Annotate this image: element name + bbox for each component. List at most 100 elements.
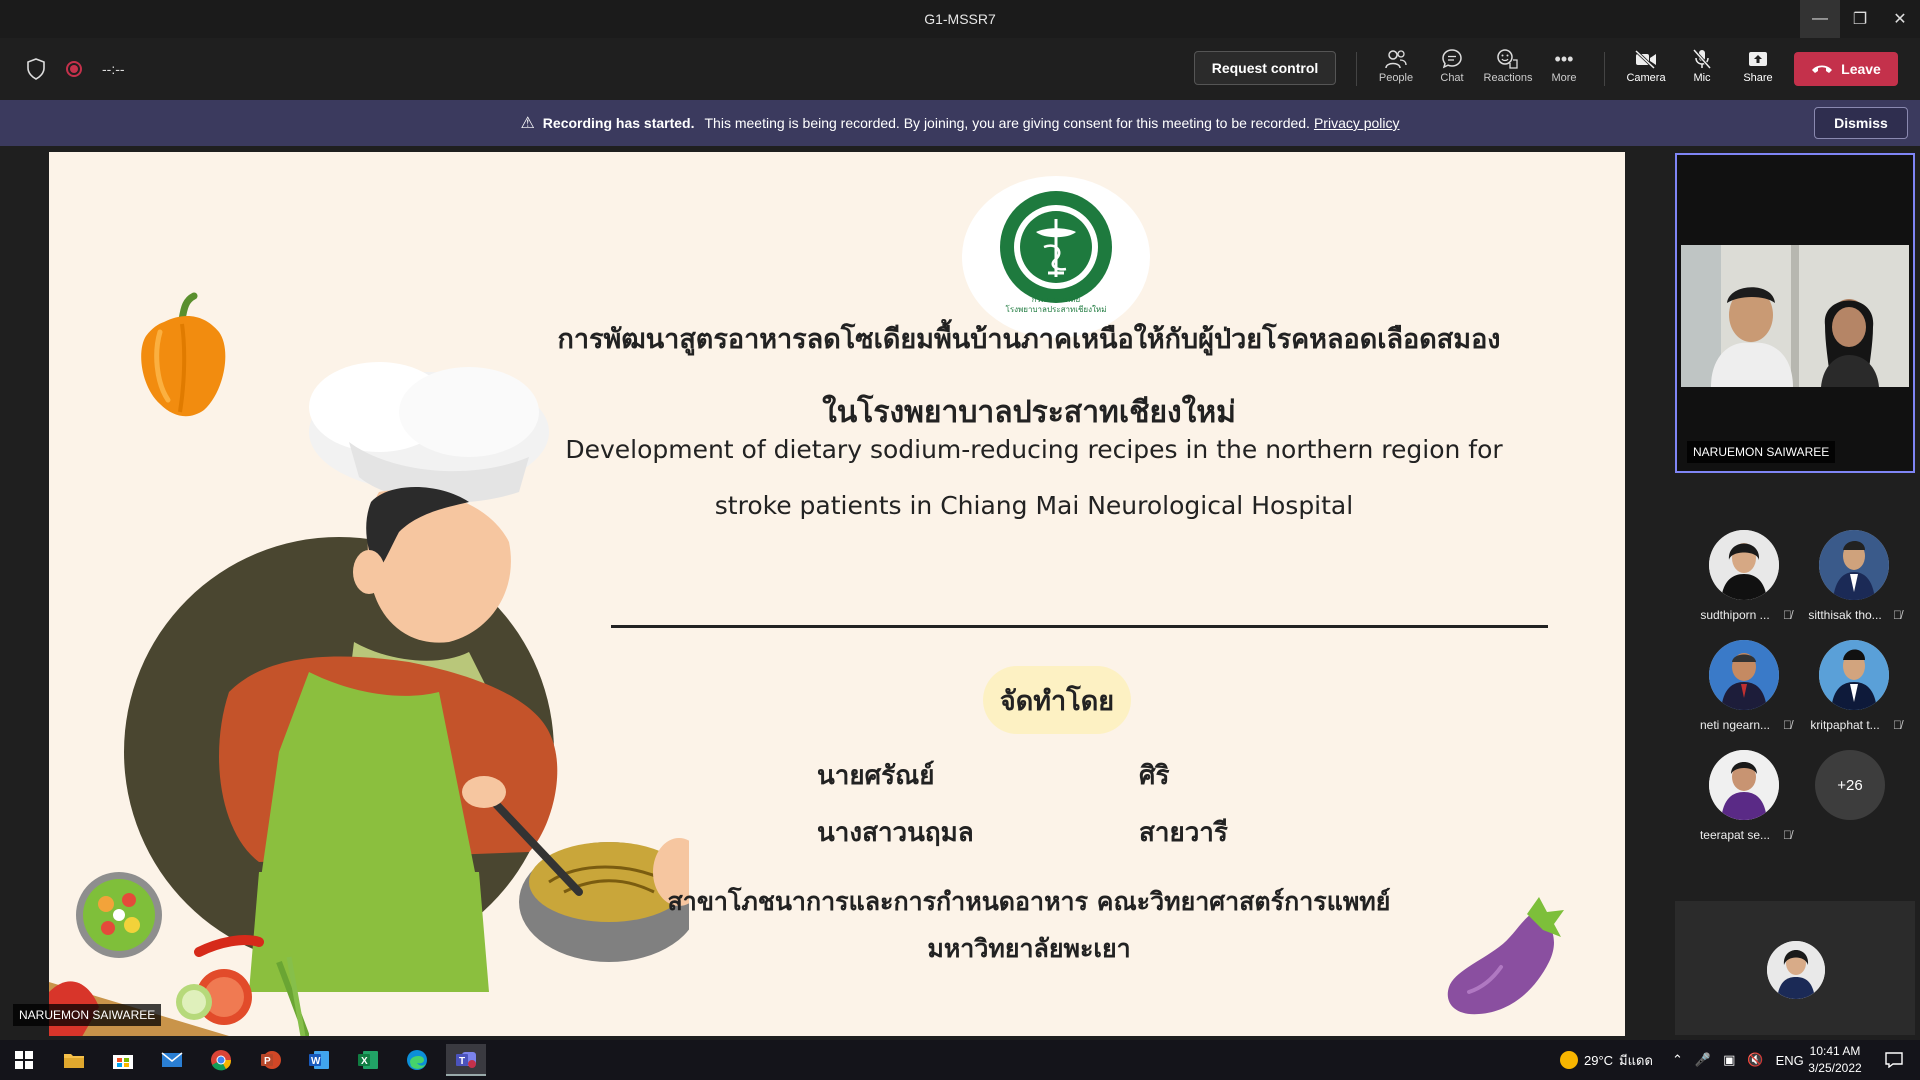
taskbar-clock[interactable]: 10:41 AM 3/25/2022	[1800, 1043, 1870, 1077]
reactions-icon	[1496, 46, 1520, 72]
camera-label: Camera	[1626, 72, 1666, 84]
english-title-line-1: Development of dietary sodium-reducing r…	[565, 435, 1503, 464]
close-window-button[interactable]: ✕	[1880, 0, 1920, 38]
author-2-first-name: นางสาวนฤมล	[817, 818, 974, 848]
window-title: G1-MSSR7	[924, 11, 996, 27]
mic-off-icon: 🎙̸	[1783, 718, 1792, 732]
privacy-policy-link[interactable]: Privacy policy	[1314, 115, 1400, 131]
reactions-button[interactable]: Reactions	[1481, 46, 1535, 94]
window-controls: — ❐ ✕	[1800, 0, 1920, 38]
more-dots-icon: •••	[1554, 48, 1574, 69]
author-1-first-name: นายศรัณย์	[817, 761, 935, 791]
author-1-last-name: ศิริ	[1139, 761, 1170, 791]
more-button[interactable]: ••• More	[1537, 46, 1591, 94]
title-divider	[611, 625, 1548, 628]
participant-tile[interactable]: sudthiporn ... 🎙̸	[1687, 530, 1797, 630]
svg-text:X: X	[361, 1056, 368, 1067]
volume-muted-icon[interactable]: 🔇	[1747, 1052, 1763, 1068]
share-label: Share	[1743, 72, 1773, 84]
logo-caption-line-1: กรมการแพทย์	[1031, 295, 1081, 304]
avatar	[1709, 640, 1779, 710]
logo-caption-line-2: โรงพยาบาลประสาทเชียงใหม่	[1005, 305, 1107, 314]
more-label: More	[1551, 72, 1577, 84]
shared-slide: กรมการแพทย์ โรงพยาบาลประสาทเชียงใหม่ การ…	[49, 152, 1625, 1036]
mic-off-icon: 🎙̸	[1783, 828, 1792, 842]
avatar	[1819, 530, 1889, 600]
participant-name: teerapat se...	[1699, 828, 1771, 842]
presenter-name-label: NARUEMON SAIWAREE	[13, 1004, 162, 1026]
participant-tile[interactable]: kritpaphat t... 🎙̸	[1797, 640, 1907, 740]
banner-bold-text: Recording has started.	[542, 115, 695, 131]
mic-off-icon: 🎙̸	[1783, 608, 1792, 622]
camera-button[interactable]: Camera	[1619, 46, 1673, 94]
reactions-label: Reactions	[1483, 72, 1533, 84]
prepared-by-label: จัดทำโดย	[983, 666, 1131, 734]
request-control-button[interactable]: Request control	[1194, 51, 1336, 85]
eggplant-illustration	[1447, 897, 1564, 1015]
chat-icon	[1441, 46, 1463, 72]
mic-off-icon	[1692, 46, 1712, 72]
mic-off-icon: 🎙̸	[1893, 718, 1902, 732]
mic-off-icon: 🎙̸	[1893, 608, 1902, 622]
spotlight-video-tile[interactable]: NARUEMON SAIWAREE	[1675, 153, 1915, 473]
participant-name: neti ngearn...	[1699, 718, 1771, 732]
leave-button[interactable]: Leave	[1794, 52, 1898, 86]
microphone-icon[interactable]: 🎤	[1695, 1052, 1711, 1068]
windows-taskbar: P W X T 29°C มีแดด ⌃ 🎤 ▣ 🔇 ENG 10:41 AM …	[0, 1040, 1920, 1080]
more-participants-button[interactable]: +26	[1815, 750, 1885, 820]
notifications-icon[interactable]	[1874, 1044, 1914, 1076]
windows-start-icon[interactable]	[4, 1044, 44, 1076]
department-line-2: มหาวิทยาลัยพะเยา	[927, 934, 1131, 963]
chat-button[interactable]: Chat	[1425, 46, 1479, 94]
weather-widget[interactable]: 29°C มีแดด	[1560, 1040, 1653, 1080]
word-icon[interactable]: W	[299, 1044, 339, 1076]
meeting-toolbar: --:-- Request control People Chat Reacti…	[0, 38, 1920, 100]
thai-title-line-1: การพัฒนาสูตรอาหารลดโซเดียมพื้นบ้านภาคเหน…	[557, 324, 1501, 355]
participant-tile[interactable]: sitthisak tho... 🎙̸	[1797, 530, 1907, 630]
edge-icon[interactable]	[397, 1044, 437, 1076]
people-label: People	[1378, 72, 1414, 84]
chat-label: Chat	[1440, 72, 1464, 84]
participant-tile[interactable]: teerapat se... 🎙̸	[1687, 750, 1797, 850]
logo-caption: กรมการแพทย์ โรงพยาบาลประสาทเชียงใหม่	[989, 295, 1123, 315]
share-screen-icon	[1747, 46, 1769, 72]
self-view-tile[interactable]	[1675, 901, 1915, 1035]
powerpoint-icon[interactable]: P	[250, 1044, 290, 1076]
file-explorer-icon[interactable]	[54, 1044, 94, 1076]
clock-date: 3/25/2022	[1808, 1061, 1862, 1075]
recording-banner: ⚠ Recording has started. This meeting is…	[0, 100, 1920, 146]
weather-description: มีแดด	[1619, 1052, 1653, 1068]
shield-icon[interactable]	[26, 58, 46, 80]
people-icon	[1384, 46, 1408, 72]
participant-name: sitthisak tho...	[1808, 608, 1882, 622]
microsoft-store-icon[interactable]	[103, 1044, 143, 1076]
department-line-1: สาขาโภชนาการและการกำหนดอาหาร คณะวิทยาศาส…	[667, 887, 1391, 916]
participant-name: sudthiporn ...	[1700, 608, 1770, 622]
chevron-up-icon[interactable]: ⌃	[1672, 1052, 1683, 1068]
meeting-info: --:--	[26, 58, 125, 80]
network-icon[interactable]: ▣	[1723, 1052, 1735, 1068]
mic-button[interactable]: Mic	[1675, 46, 1729, 94]
toolbar-divider	[1356, 52, 1357, 86]
minimize-button[interactable]: —	[1800, 0, 1840, 38]
avatar	[1709, 750, 1779, 820]
weather-temperature: 29°C	[1584, 1052, 1614, 1068]
recording-indicator-icon	[66, 61, 82, 77]
avatar	[1709, 530, 1779, 600]
chrome-icon[interactable]	[201, 1044, 241, 1076]
english-title-line-2: stroke patients in Chiang Mai Neurologic…	[714, 491, 1354, 520]
mic-label: Mic	[1693, 72, 1711, 84]
excel-icon[interactable]: X	[348, 1044, 388, 1076]
teams-icon[interactable]: T	[446, 1044, 486, 1076]
share-button[interactable]: Share	[1731, 46, 1785, 94]
participant-video-feed	[1681, 245, 1909, 387]
mail-icon[interactable]	[152, 1044, 192, 1076]
participant-name: kritpaphat t...	[1810, 718, 1880, 732]
participant-tile[interactable]: neti ngearn... 🎙̸	[1687, 640, 1797, 740]
people-button[interactable]: People	[1369, 46, 1423, 94]
sun-icon	[1560, 1051, 1578, 1069]
camera-off-icon	[1634, 46, 1658, 72]
dismiss-button[interactable]: Dismiss	[1814, 107, 1908, 139]
spotlight-name-label: NARUEMON SAIWAREE	[1687, 441, 1836, 463]
restore-button[interactable]: ❐	[1840, 0, 1880, 38]
